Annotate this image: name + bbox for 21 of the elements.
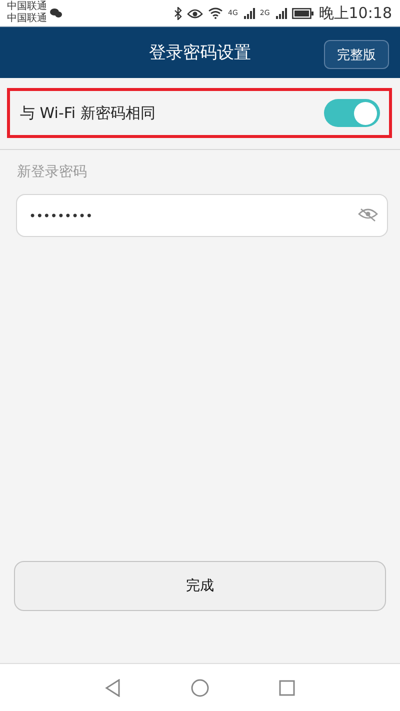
eye-off-icon[interactable] bbox=[358, 208, 378, 222]
battery-icon bbox=[292, 8, 314, 18]
signal-icon bbox=[274, 7, 287, 19]
bluetooth-icon bbox=[174, 6, 182, 20]
setting-label: 与 Wi-Fi 新密码相同 bbox=[20, 104, 156, 122]
signal-icon bbox=[242, 7, 255, 19]
recents-icon[interactable] bbox=[279, 680, 295, 696]
password-field[interactable]: ••••••••• bbox=[16, 194, 388, 237]
done-button[interactable]: 完成 bbox=[14, 561, 386, 611]
toggle-switch[interactable] bbox=[324, 99, 380, 127]
clock-time: 晚上10:18 bbox=[318, 4, 392, 22]
back-icon[interactable] bbox=[105, 678, 121, 696]
home-icon[interactable] bbox=[191, 678, 209, 696]
page-title: 登录密码设置 bbox=[149, 42, 251, 64]
eye-icon bbox=[186, 8, 203, 18]
full-version-button[interactable]: 完整版 bbox=[324, 40, 389, 69]
field-label: 新登录密码 bbox=[17, 163, 88, 181]
carrier-name: 中国联通 bbox=[7, 1, 47, 12]
wifi-icon bbox=[208, 7, 223, 19]
chat-icon bbox=[50, 8, 62, 18]
carrier-name: 中国联通 bbox=[7, 13, 47, 25]
